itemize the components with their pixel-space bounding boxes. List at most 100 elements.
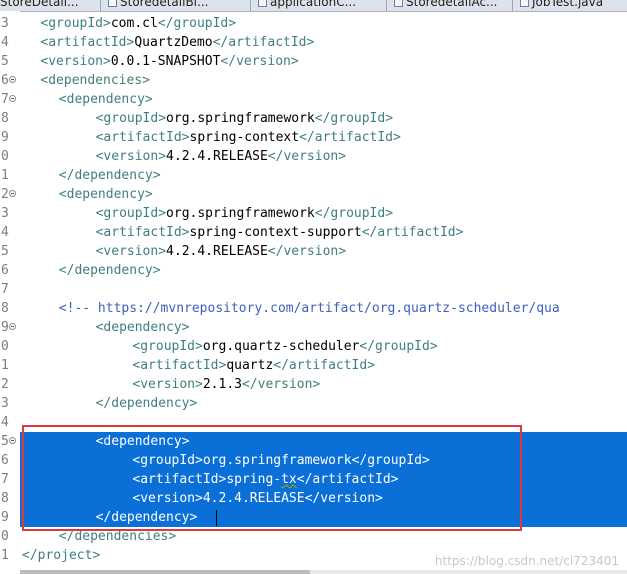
code-line[interactable]: 9 <artifactId>spring-context</artifactId>	[0, 128, 627, 147]
code-line[interactable]: 1 <artifactId>quartz</artifactId>	[0, 356, 627, 375]
xml-tag: <artifactId>	[132, 358, 227, 373]
tab-separator	[250, 0, 251, 11]
xml-text: 4.2.4.RELEASE	[166, 244, 268, 259]
xml-text: 4.2.4.RELEASE	[202, 491, 305, 506]
xml-tag: <version>	[132, 491, 203, 506]
fold-toggle-icon[interactable]	[9, 323, 16, 330]
xml-tag: </dependency>	[58, 263, 161, 278]
xml-tag: <dependency>	[58, 92, 153, 107]
code-line[interactable]: 3 <groupId>com.cl</groupId>	[0, 14, 627, 33]
xml-text: spring-context	[189, 130, 300, 145]
xml-text: org.springframework	[166, 111, 315, 126]
code-text: </dependencies>	[59, 527, 176, 546]
line-number: 4	[1, 225, 9, 240]
code-text: <version>4.2.4.RELEASE</version>	[96, 147, 346, 166]
code-text: <version>4.2.4.RELEASE</version>	[132, 489, 382, 508]
editor-tab[interactable]: StoredetailBi...	[108, 0, 208, 11]
editor-tab[interactable]: StoredetailAc...	[394, 0, 497, 11]
fold-toggle-icon[interactable]	[9, 76, 16, 83]
line-number: 9	[1, 130, 9, 145]
editor-tab-label: StoreDetail...	[0, 0, 79, 9]
code-line[interactable]: 4	[0, 413, 627, 432]
code-line[interactable]: 2 <version>2.1.3</version>	[0, 375, 627, 394]
code-line[interactable]: 0 <groupId>org.quartz-scheduler</groupId>	[0, 337, 627, 356]
xml-tag: <version>	[132, 377, 203, 392]
code-line[interactable]: 0 </dependencies>	[0, 527, 627, 546]
code-line[interactable]: 7	[0, 280, 627, 299]
code-line[interactable]: 8 <groupId>org.springframework</groupId>	[0, 109, 627, 128]
fold-toggle-icon[interactable]	[9, 95, 16, 102]
line-number: 7	[1, 472, 9, 487]
code-line[interactable]: 7 <artifactId>spring-tx</artifactId>	[0, 470, 627, 489]
watermark: https://blog.csdn.net/cl723401	[434, 554, 619, 568]
horizontal-scrollbar-thumb[interactable]	[20, 570, 310, 574]
line-number: 7	[1, 282, 9, 297]
xml-tag: <artifactId>	[40, 35, 135, 50]
tab-separator	[512, 0, 513, 11]
xml-text: org.quartz-scheduler	[202, 339, 360, 354]
xml-tag: </artifactId>	[273, 358, 376, 373]
code-text: <dependencies>	[40, 71, 150, 90]
code-line[interactable]: 5 <version>0.0.1-SNAPSHOT</version>	[0, 52, 627, 71]
editor-tab[interactable]: JobTest.java	[520, 0, 603, 11]
line-number: 3	[1, 16, 9, 31]
xml-tag: <dependency>	[95, 434, 190, 449]
xml-tag: </artifactId>	[296, 472, 399, 487]
editor-tab-label: StoredetailAc...	[406, 0, 498, 9]
editor-tab-bar: StoreDetail... StoredetailBi... applicatio…	[0, 0, 627, 12]
code-line[interactable]: 6 <dependencies>	[0, 71, 627, 90]
xml-tag: <version>	[95, 244, 167, 259]
code-text: <artifactId>spring-tx</artifactId>	[132, 470, 398, 489]
xml-tag: <artifactId>	[95, 225, 190, 240]
xml-tag: </dependencies>	[58, 529, 177, 544]
code-text: </dependency>	[59, 166, 161, 185]
xml-tag: </project>	[22, 548, 101, 563]
code-line[interactable]: 7 <dependency>	[0, 90, 627, 109]
line-number: 6	[1, 73, 9, 88]
xml-text: org.springframework	[166, 206, 315, 221]
code-line[interactable]: 3 <groupId>org.springframework</groupId>	[0, 204, 627, 223]
line-number: 9	[1, 510, 9, 525]
fold-toggle-icon[interactable]	[9, 437, 16, 444]
code-line[interactable]: 4 <artifactId>spring-context-support</art…	[0, 223, 627, 242]
editor-tab-label: StoredetailBi...	[120, 0, 209, 9]
xml-tag: </groupId>	[314, 206, 394, 221]
code-line[interactable]: 3 </dependency>	[0, 394, 627, 413]
code-text: <!-- https://mvnrepository.com/artifact/…	[59, 299, 560, 318]
code-line[interactable]: 0 <version>4.2.4.RELEASE</version>	[0, 147, 627, 166]
xml-tag: <groupId>	[132, 339, 203, 354]
java-file-icon	[520, 0, 529, 7]
xml-tag: </version>	[220, 54, 299, 69]
line-number: 3	[1, 206, 9, 221]
xml-tag: <groupId>	[132, 453, 203, 468]
code-line[interactable]: 1 </dependency>	[0, 166, 627, 185]
code-line[interactable]: 9 </dependency>	[0, 508, 627, 527]
code-text: <groupId>org.springframework</groupId>	[96, 204, 393, 223]
fold-toggle-icon[interactable]	[9, 190, 16, 197]
xml-tag: </groupId>	[314, 111, 394, 126]
editor-tab[interactable]: applicationC...	[258, 0, 356, 11]
line-number: 9	[1, 320, 9, 335]
xml-tag: </version>	[267, 244, 347, 259]
code-line[interactable]: 8 <!-- https://mvnrepository.com/artifact…	[0, 299, 627, 318]
line-number: 6	[1, 453, 9, 468]
code-line[interactable]: 4 <artifactId>QuartzDemo</artifactId>	[0, 33, 627, 52]
code-line[interactable]: 5 <version>4.2.4.RELEASE</version>	[0, 242, 627, 261]
code-text: <groupId>org.quartz-scheduler</groupId>	[132, 337, 437, 356]
code-text: </dependency>	[96, 508, 198, 527]
editor-tab[interactable]: StoreDetail...	[0, 0, 79, 11]
xml-tag: </version>	[304, 491, 383, 506]
code-line[interactable]: 2 <dependency>	[0, 185, 627, 204]
code-line[interactable]: 8 <version>4.2.4.RELEASE</version>	[0, 489, 627, 508]
code-line[interactable]: 6 </dependency>	[0, 261, 627, 280]
code-line[interactable]: 9 <dependency>	[0, 318, 627, 337]
code-line[interactable]: 6 <groupId>org.springframework</groupId>	[0, 451, 627, 470]
xml-tag: <dependency>	[58, 187, 153, 202]
code-text: <version>2.1.3</version>	[132, 375, 320, 394]
code-line[interactable]: 5 <dependency>	[0, 432, 627, 451]
line-number: 5	[1, 54, 9, 69]
line-number: 3	[1, 396, 9, 411]
xml-tag: <version>	[40, 54, 111, 69]
xml-text: tx	[281, 472, 297, 487]
tab-separator	[386, 0, 387, 11]
